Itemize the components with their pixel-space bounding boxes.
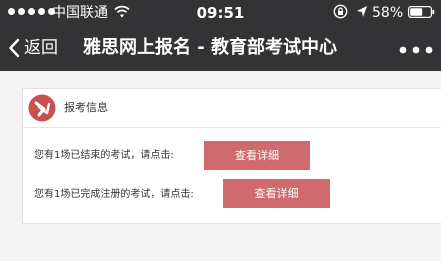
- back-chevron-icon: [9, 38, 20, 58]
- finished-exam-text: 您有1场已结束的考试，请点击:: [34, 150, 174, 161]
- status-bar: 中国联通 09:51 58%: [0, 0, 441, 28]
- arrow-circle-icon: [28, 94, 56, 122]
- page-title: 雅思网上报名 - 教育部考试中心: [83, 37, 338, 58]
- view-finished-exam-button[interactable]: 查看详细: [204, 141, 310, 170]
- nav-bar: 返回 雅思网上报名 - 教育部考试中心: [0, 28, 441, 71]
- registered-exam-text: 您有1场已完成注册的考试，请点击:: [34, 189, 194, 200]
- back-button[interactable]: 返回: [8, 36, 58, 60]
- battery-icon: [408, 6, 435, 18]
- back-label: 返回: [24, 38, 58, 58]
- location-icon: [357, 6, 367, 17]
- card-header: 报考信息: [23, 89, 441, 128]
- card-title: 报考信息: [64, 101, 108, 114]
- exam-info-card: 报考信息 您有1场已结束的考试，请点击: 查看详细 您有1场已完成注册的考试，请…: [22, 88, 441, 224]
- more-icon[interactable]: [398, 45, 434, 55]
- view-registered-exam-button[interactable]: 查看详细: [223, 179, 330, 208]
- top-bar: 中国联通 09:51 58% 返回 雅思网上报名 - 教育部考试中心: [0, 0, 441, 71]
- lock-rotation-icon: [333, 4, 348, 19]
- battery-percent: 58%: [372, 5, 404, 21]
